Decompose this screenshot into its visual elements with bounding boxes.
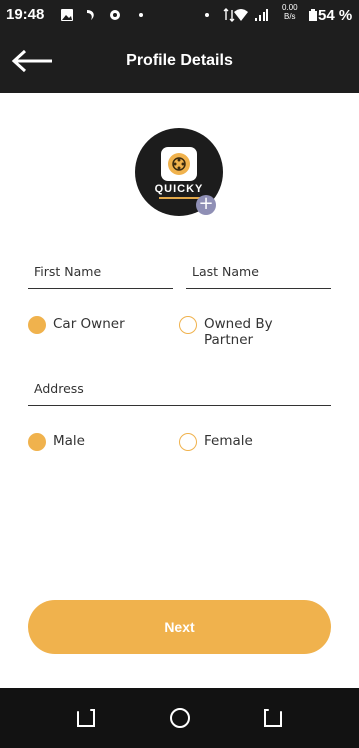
address-field[interactable]: Address [28, 381, 331, 406]
radio-checked-icon [28, 316, 46, 334]
logo-tile [161, 147, 197, 181]
next-button[interactable]: Next [28, 600, 331, 654]
wifi-icon [234, 9, 248, 21]
address-label: Address [34, 381, 84, 396]
plus-icon[interactable]: + [196, 195, 216, 215]
dot-icon [139, 13, 143, 17]
net-speed-value: 0.00 [282, 3, 298, 12]
signal-icon [255, 9, 268, 21]
back-icon[interactable] [259, 704, 287, 732]
first-name-field[interactable]: First Name [28, 264, 173, 289]
radio-unchecked-icon [179, 433, 197, 451]
status-time: 19:48 [6, 6, 45, 23]
page-title: Profile Details [126, 52, 233, 69]
last-name-label: Last Name [192, 264, 259, 279]
first-name-label: First Name [34, 264, 102, 279]
radio-car-owner-label: Car Owner [53, 316, 125, 332]
app-icon [87, 10, 94, 20]
app-bar: Profile Details [0, 32, 359, 93]
film-reel-icon [168, 153, 190, 175]
radio-owned-by-partner[interactable]: Owned By Partner [179, 316, 329, 352]
radio-checked-icon [28, 433, 46, 451]
gallery-icon [61, 9, 73, 21]
last-name-field[interactable]: Last Name [186, 264, 331, 289]
recents-icon[interactable] [72, 704, 100, 732]
status-bar: 19:48 0.00 B/s 54 % [0, 0, 359, 32]
home-icon[interactable] [166, 704, 194, 732]
battery-percentage: 54 % [318, 7, 353, 24]
radio-male-label: Male [53, 433, 85, 449]
radio-female-label: Female [204, 433, 253, 449]
logo-underline [159, 197, 201, 199]
radio-male[interactable]: Male [28, 433, 168, 453]
radio-unchecked-icon [179, 316, 197, 334]
nav-bar [0, 688, 359, 748]
radio-owned-by-partner-label: Owned By Partner [204, 316, 273, 348]
dot-icon [205, 13, 209, 17]
settings-icon [110, 10, 120, 20]
net-speed: 0.00 B/s [282, 3, 298, 21]
radio-female[interactable]: Female [179, 433, 319, 453]
net-speed-unit: B/s [284, 12, 296, 21]
screen: 19:48 0.00 B/s 54 % Profile Details QUIC… [0, 0, 359, 748]
radio-car-owner[interactable]: Car Owner [28, 316, 168, 336]
